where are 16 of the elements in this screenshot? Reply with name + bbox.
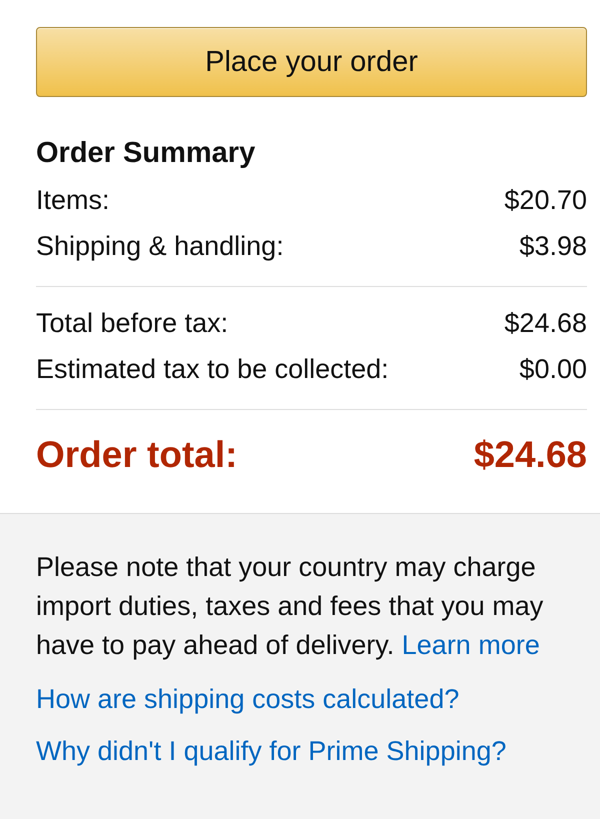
summary-amount: $24.68	[504, 307, 587, 340]
help-link[interactable]: Why didn't I qualify for Prime Shipping?	[36, 732, 506, 771]
order-total-label: Order total:	[36, 433, 238, 477]
summary-label: Estimated tax to be collected:	[36, 353, 389, 386]
summary-label: Items:	[36, 184, 110, 217]
import-duties-notice: Please note that your country may charge import duties, taxes and fees that you may have to pay ahead of delivery. Learn more	[36, 551, 544, 662]
summary-amount: $20.70	[504, 184, 587, 217]
order-summary-title: Order Summary	[36, 136, 256, 171]
summary-amount: $3.98	[519, 230, 587, 263]
place-order-button[interactable]: Place your order	[36, 27, 587, 97]
help-link[interactable]: How are shipping costs calculated?	[36, 680, 460, 719]
learn-more-link[interactable]: Learn more	[402, 630, 540, 660]
summary-label: Shipping & handling:	[36, 230, 284, 263]
summary-label: Total before tax:	[36, 307, 228, 340]
order-total-amount: $24.68	[474, 433, 587, 477]
summary-amount: $0.00	[519, 353, 587, 386]
